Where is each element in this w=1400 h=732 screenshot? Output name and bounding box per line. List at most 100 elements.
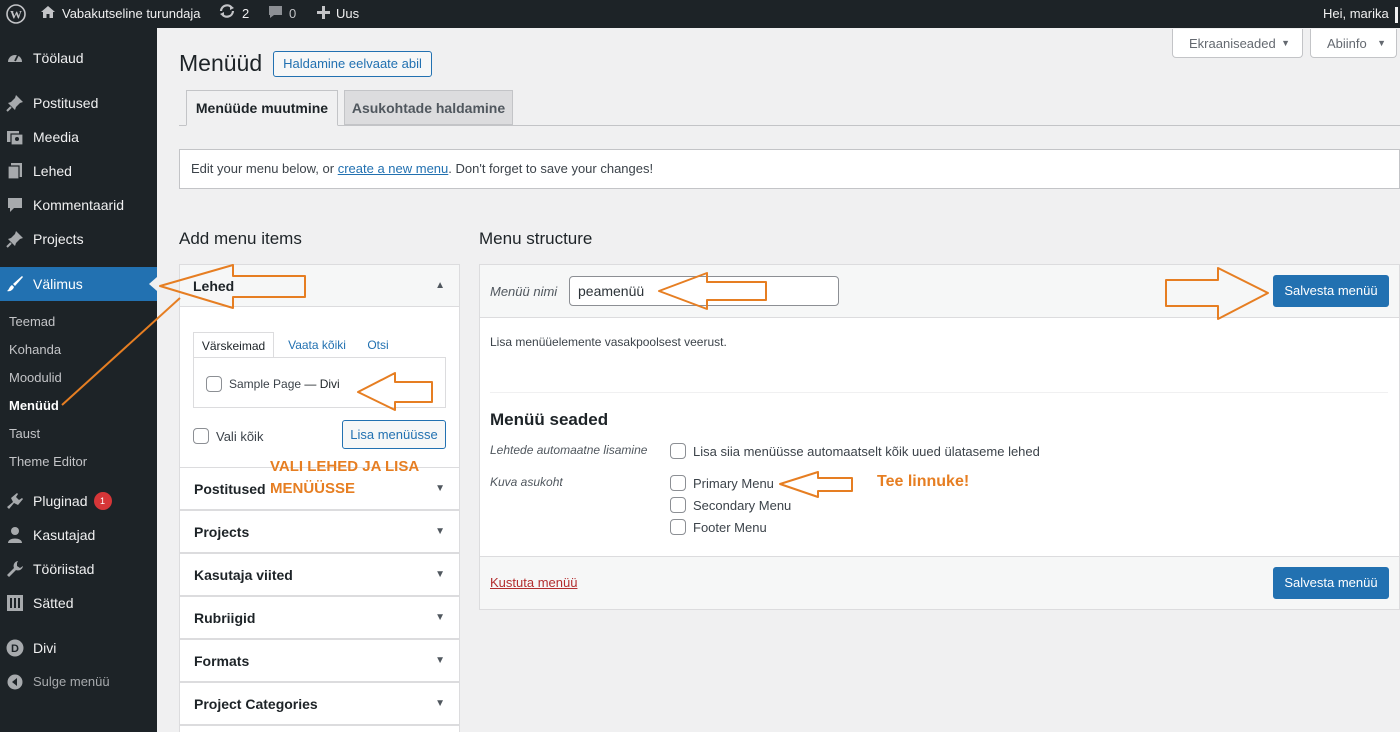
caret-down-icon: ▼: [435, 698, 445, 709]
auto-add-checkbox[interactable]: [670, 443, 686, 459]
comments-link[interactable]: 0: [268, 0, 296, 28]
home-icon: [40, 1, 56, 29]
tab-manage-locations[interactable]: Asukohtade haldamine: [344, 90, 513, 125]
accordion-label: Kasutaja viited: [194, 567, 293, 583]
brush-icon: [6, 275, 24, 293]
tab-search[interactable]: Otsi: [360, 332, 396, 358]
help-button[interactable]: Abiinfo ▼: [1310, 29, 1397, 58]
sidebar-label: Pluginad: [33, 493, 88, 509]
submenu-themes[interactable]: Teemad: [0, 308, 157, 336]
sample-page-checkbox[interactable]: [206, 376, 222, 392]
delete-menu-link[interactable]: Kustuta menüü: [490, 575, 577, 590]
sidebar-item-media[interactable]: Meedia: [0, 120, 157, 154]
create-new-menu-link[interactable]: create a new menu: [338, 161, 449, 176]
sample-page-label[interactable]: Sample Page — Divi: [229, 377, 340, 391]
tab-most-recent[interactable]: Värskeimad: [193, 332, 274, 358]
sidebar-item-plugins[interactable]: Pluginad 1: [0, 484, 157, 518]
sidebar-label: Kasutajad: [33, 527, 96, 543]
tab-view-all[interactable]: Vaata kõiki: [283, 332, 351, 358]
caret-down-icon: ▼: [435, 526, 445, 537]
sidebar-item-dashboard[interactable]: Töölaud: [0, 41, 157, 75]
sidebar-label: Lehed: [33, 163, 72, 179]
submenu-menus[interactable]: Menüüd: [0, 392, 157, 420]
media-icon: [6, 128, 24, 146]
auto-add-text[interactable]: Lisa siia menüüsse automaatselt kõik uue…: [693, 444, 1040, 459]
menu-name-label: Menüü nimi: [490, 284, 558, 299]
comments-count: 0: [289, 6, 297, 21]
menu-name-input[interactable]: [569, 276, 839, 306]
sidebar-label: Sulge menüü: [33, 674, 110, 689]
divi-icon: D: [6, 639, 24, 657]
manage-with-preview-button[interactable]: Haldamine eelvaate abil: [273, 51, 432, 77]
wordpress-logo-icon[interactable]: W: [6, 4, 26, 24]
accordion-label: Rubriigid: [194, 610, 256, 626]
accordion-formats[interactable]: Formats ▼: [179, 639, 460, 682]
pages-accordion-header[interactable]: Lehed ▲: [180, 265, 459, 307]
accordion-categories[interactable]: Rubriigid ▼: [179, 596, 460, 639]
save-menu-button-top[interactable]: Salvesta menüü: [1273, 275, 1389, 307]
site-name-link[interactable]: Vabakutseline turundaja: [40, 0, 201, 28]
menu-settings-heading: Menüü seaded: [490, 410, 609, 429]
accordion-label: Projects: [194, 524, 250, 540]
divider: [490, 392, 1388, 393]
sidebar-item-users[interactable]: Kasutajad: [0, 518, 157, 552]
caret-up-icon: ▲: [435, 280, 445, 291]
sidebar-item-appearance[interactable]: Välimus: [0, 267, 157, 301]
screen-options-button[interactable]: Ekraaniseaded ▼: [1172, 29, 1303, 58]
accordion-project-categories[interactable]: Project Categories ▼: [179, 682, 460, 725]
add-to-menu-button[interactable]: Lisa menüüsse: [342, 420, 446, 449]
sidebar-item-settings[interactable]: Sätted: [0, 586, 157, 620]
sidebar-label: Sätted: [33, 595, 74, 611]
avatar: [1394, 6, 1398, 23]
primary-menu-checkbox[interactable]: [670, 475, 686, 491]
secondary-menu-checkbox[interactable]: [670, 497, 686, 513]
submenu-theme-editor[interactable]: Theme Editor: [0, 448, 157, 476]
updates-count: 2: [242, 6, 250, 21]
sidebar-item-comments[interactable]: Kommentaarid: [0, 188, 157, 222]
footer-menu-checkbox[interactable]: [670, 519, 686, 535]
plugin-icon: [6, 492, 24, 510]
submenu-customize[interactable]: Kohanda: [0, 336, 157, 364]
accordion-custom-links[interactable]: Kasutaja viited ▼: [179, 553, 460, 596]
select-all-checkbox[interactable]: [193, 428, 209, 444]
select-all-label[interactable]: Vali kõik: [216, 429, 263, 444]
active-pointer: [149, 277, 157, 291]
page-title: Menüüd: [179, 50, 263, 76]
submenu-background[interactable]: Taust: [0, 420, 157, 448]
accordion-label: Postitused: [194, 481, 266, 497]
sidebar-item-pages[interactable]: Lehed: [0, 154, 157, 188]
secondary-menu-label[interactable]: Secondary Menu: [693, 498, 791, 513]
primary-menu-label[interactable]: Primary Menu: [693, 476, 774, 491]
sidebar-item-projects[interactable]: Projects: [0, 222, 157, 256]
add-menu-items-heading: Add menu items: [179, 229, 302, 248]
sidebar-item-tools[interactable]: Tööriistad: [0, 552, 157, 586]
user-icon: [6, 526, 24, 544]
notice-bar: Edit your menu below, or create a new me…: [179, 149, 1400, 189]
updates-link[interactable]: 2: [218, 0, 249, 28]
sidebar-label: Postitused: [33, 95, 99, 111]
save-menu-button-bottom[interactable]: Salvesta menüü: [1273, 567, 1389, 599]
footer-menu-label[interactable]: Footer Menu: [693, 520, 767, 535]
account-menu[interactable]: Hei, marika: [1323, 0, 1398, 28]
sidebar-label: Divi: [33, 640, 57, 656]
sidebar-label: Meedia: [33, 129, 79, 145]
menu-structure-heading: Menu structure: [479, 229, 593, 248]
sidebar-item-posts[interactable]: Postitused: [0, 86, 157, 120]
new-content-link[interactable]: Uus: [317, 0, 359, 28]
collapse-menu-button[interactable]: Sulge menüü: [0, 665, 157, 699]
accordion-projects[interactable]: Projects ▼: [179, 510, 460, 553]
caret-down-icon: ▼: [1281, 38, 1290, 48]
pages-title: Lehed: [193, 278, 235, 294]
dashboard-icon: [6, 49, 24, 67]
page-name: Sample Page: [229, 377, 302, 391]
tab-baseline: [179, 125, 1400, 126]
update-badge: 1: [93, 492, 112, 511]
tab-edit-menus[interactable]: Menüüde muutmine: [186, 90, 338, 126]
accordion-next[interactable]: [179, 725, 460, 732]
sidebar-label: Töölaud: [33, 50, 84, 66]
sidebar-item-divi[interactable]: D Divi: [0, 631, 157, 665]
sidebar-label: Kommentaarid: [33, 197, 125, 213]
new-label: Uus: [336, 6, 360, 21]
submenu-widgets[interactable]: Moodulid: [0, 364, 157, 392]
accordion-label: Formats: [194, 653, 250, 669]
